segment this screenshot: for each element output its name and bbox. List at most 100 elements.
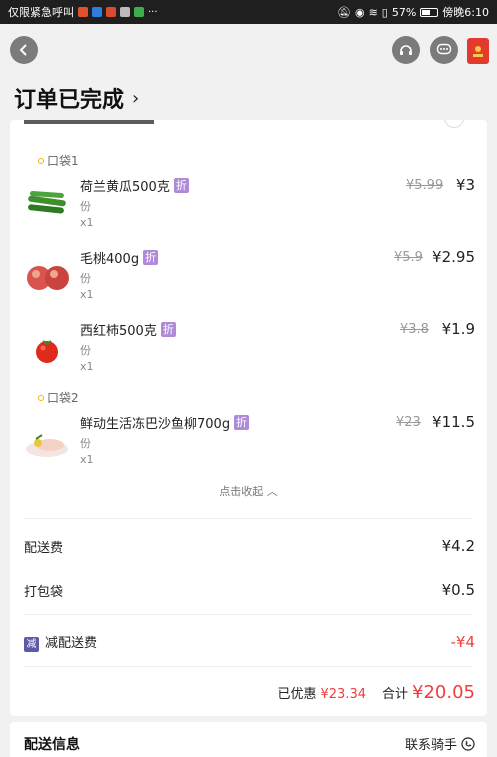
contact-rider-button[interactable]: 联系骑手	[405, 734, 475, 753]
bag-label: 口袋1	[38, 152, 79, 169]
item-title: 荷兰黄瓜500克	[80, 180, 170, 195]
item-unit: 份	[80, 437, 91, 450]
list-item[interactable]: 鲜动生活冻巴沙鱼柳700g 折 份 x1 ¥23 ¥11.5	[10, 413, 487, 481]
item-unit: 份	[80, 344, 91, 357]
item-quantity: x1	[80, 216, 94, 229]
carrier-text: 仅限紧急呼叫	[8, 6, 74, 19]
item-title: 毛桃400g	[80, 252, 140, 267]
reduce-badge: 减	[24, 637, 39, 652]
cucumber-image	[28, 190, 66, 214]
app-notification-icon	[92, 7, 102, 17]
reduce-delivery-row: 减减配送费 -¥4	[24, 630, 475, 654]
list-item[interactable]: 毛桃400g 折 份 x1 ¥5.9 ¥2.95	[10, 248, 487, 316]
page-title[interactable]: 订单已完成 ›	[14, 82, 139, 114]
fish-fillet-image	[26, 434, 68, 457]
wifi-icon: ≋	[368, 5, 378, 19]
list-item[interactable]: 荷兰黄瓜500克 折 份 x1 ¥5.99 ¥3	[10, 176, 487, 244]
bag-dot-icon	[38, 394, 44, 401]
red-packet-button[interactable]	[467, 38, 489, 64]
item-quantity: x1	[80, 288, 94, 301]
red-packet-icon	[473, 46, 483, 57]
total-label: 合计	[382, 687, 409, 702]
item-name: 毛桃400g 折	[80, 248, 159, 267]
header: 订单已完成 ›	[0, 24, 497, 120]
battery-fill	[422, 9, 431, 15]
original-price: ¥5.99	[406, 178, 444, 193]
discount-badge: 折	[160, 322, 176, 337]
tomato-image	[36, 340, 58, 363]
clipped-header-strip	[24, 120, 464, 130]
item-name: 西红柿500克 折	[80, 320, 176, 339]
item-name: 鲜动生活冻巴沙鱼柳700g 折	[80, 413, 250, 432]
item-price: ¥3	[455, 176, 475, 194]
status-right: 🔕︎ ◉ ≋ ▯ 57% 傍晚6:10	[337, 4, 489, 20]
app-notification-icon	[78, 7, 88, 17]
item-title: 鲜动生活冻巴沙鱼柳700g	[80, 417, 231, 432]
contact-rider-label: 联系骑手	[404, 738, 457, 753]
mute-icon: 🔕︎	[336, 5, 351, 19]
back-button[interactable]	[10, 36, 38, 64]
status-bar: 仅限紧急呼叫 ··· 🔕︎ ◉ ≋ ▯ 57% 傍晚6:10	[0, 0, 497, 24]
app-notification-icon	[106, 7, 116, 17]
cloud-icon	[120, 7, 130, 17]
order-status-title: 订单已完成	[14, 88, 125, 113]
clipped-text	[24, 120, 154, 124]
phone-icon	[461, 736, 475, 751]
discount-badge: 折	[173, 178, 189, 193]
more-notifications: ···	[148, 6, 158, 18]
status-left: 仅限紧急呼叫 ···	[8, 4, 158, 20]
list-item[interactable]: 西红柿500克 折 份 x1 ¥3.8 ¥1.9	[10, 320, 487, 388]
item-price: ¥1.9	[441, 320, 475, 338]
original-price: ¥3.8	[400, 322, 429, 337]
customer-service-button[interactable]	[392, 36, 420, 64]
divider	[24, 666, 473, 667]
divider	[24, 518, 473, 519]
bag-fee-label: 打包袋	[24, 584, 64, 600]
back-arrow-icon	[19, 44, 27, 56]
clock: 傍晚6:10	[442, 6, 489, 19]
chevron-up-icon: ︿	[266, 485, 278, 498]
discount-badge: 折	[143, 250, 159, 265]
item-unit: 份	[80, 272, 91, 285]
eye-icon: ◉	[354, 5, 365, 19]
clipped-circle	[444, 120, 464, 128]
delivery-info-card: 配送信息 联系骑手	[10, 722, 487, 757]
bag-label-text: 口袋1	[47, 154, 79, 168]
original-price: ¥5.9	[394, 250, 423, 265]
headset-icon	[400, 45, 412, 55]
discount-label: 已优惠	[277, 687, 317, 702]
discount-badge: 折	[234, 415, 250, 430]
battery-icon	[420, 7, 439, 17]
peach-image	[27, 266, 69, 290]
bag-dot-icon	[38, 157, 44, 164]
total-value: ¥20.05	[412, 682, 475, 703]
sim-icon: ▯	[381, 5, 388, 19]
battery-percent: 57%	[391, 5, 417, 19]
divider	[24, 614, 473, 615]
collapse-label: 点击收起	[219, 485, 264, 498]
chat-icon	[436, 43, 452, 55]
bag-fee-value: ¥0.5	[441, 581, 475, 599]
order-card: 口袋1 荷兰黄瓜500克 折 份 x1 ¥5.99 ¥3 毛桃400g 折 份 …	[10, 120, 487, 716]
bag-label-text: 口袋2	[47, 391, 79, 405]
item-name: 荷兰黄瓜500克 折	[80, 176, 189, 195]
bag-label: 口袋2	[38, 389, 79, 406]
order-summary: 已优惠 ¥23.34 合计 ¥20.05	[277, 682, 475, 703]
item-price: ¥11.5	[432, 413, 475, 431]
item-title: 西红柿500克	[80, 324, 157, 339]
bag-fee-row: 打包袋 ¥0.5	[24, 578, 475, 602]
reduce-delivery-label: 减减配送费	[24, 632, 97, 652]
app-notification-icon	[134, 7, 144, 17]
reduce-label-text: 减配送费	[45, 636, 98, 651]
delivery-fee-value: ¥4.2	[441, 537, 475, 555]
delivery-info-title: 配送信息	[24, 737, 80, 753]
item-price: ¥2.95	[432, 248, 475, 266]
item-quantity: x1	[80, 453, 94, 466]
collapse-button[interactable]: 点击收起 ︿	[10, 483, 487, 499]
delivery-fee-label: 配送费	[24, 540, 64, 556]
chevron-right-icon: ›	[132, 87, 140, 109]
discount-value: ¥23.34	[320, 687, 367, 702]
message-button[interactable]	[430, 36, 458, 64]
item-quantity: x1	[80, 360, 94, 373]
original-price: ¥23	[396, 415, 421, 430]
